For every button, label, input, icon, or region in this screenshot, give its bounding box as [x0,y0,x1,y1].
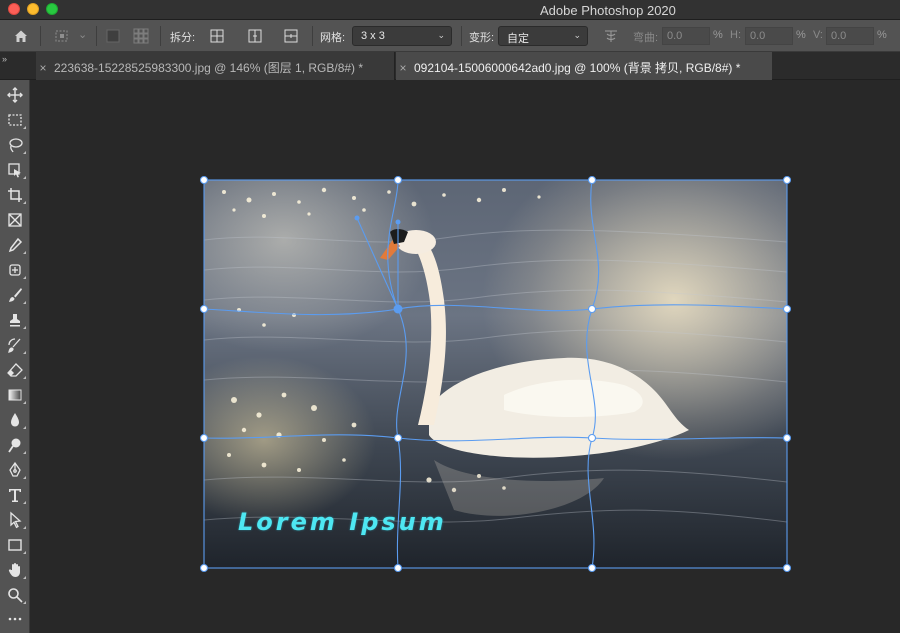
warp-grid[interactable] [0,0,900,633]
photoshop-window: Adobe Photoshop 2020 ⌄ 拆分: 网格: 3 x 3 ⌄ 变… [0,0,900,633]
overlay-text: Lorem Ipsum [238,508,447,536]
